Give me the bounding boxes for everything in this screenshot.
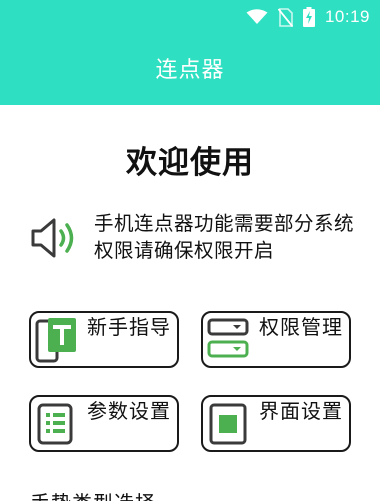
gesture-type-section-title: 手势类型选择	[30, 487, 156, 501]
params-icon	[37, 403, 73, 445]
app-header: 10:19 连点器	[0, 0, 380, 105]
app-title: 连点器	[155, 58, 225, 83]
permission-button[interactable]: 权限管理	[201, 311, 351, 368]
notice-text: 手机连点器功能需要部分系统权限请确保权限开启	[94, 212, 355, 262]
guide-button-label: 新手指导	[87, 315, 171, 339]
status-bar: 10:19	[246, 6, 370, 28]
welcome-heading: 欢迎使用	[126, 145, 254, 181]
wifi-icon	[246, 9, 268, 24]
permission-notice: 手机连点器功能需要部分系统权限请确保权限开启	[30, 210, 360, 270]
ui-settings-icon	[209, 403, 247, 445]
params-button[interactable]: 参数设置	[29, 395, 179, 452]
guide-icon	[35, 318, 76, 363]
status-time: 10:19	[324, 7, 370, 26]
permission-button-label: 权限管理	[259, 315, 343, 339]
no-sim-icon	[277, 7, 293, 27]
speaker-icon	[31, 218, 74, 258]
ui-settings-button-label: 界面设置	[259, 399, 343, 423]
battery-charging-icon	[302, 7, 315, 27]
ui-settings-button[interactable]: 界面设置	[201, 395, 351, 452]
permission-icon	[207, 318, 249, 358]
guide-button[interactable]: 新手指导	[29, 311, 179, 368]
params-button-label: 参数设置	[87, 399, 171, 423]
